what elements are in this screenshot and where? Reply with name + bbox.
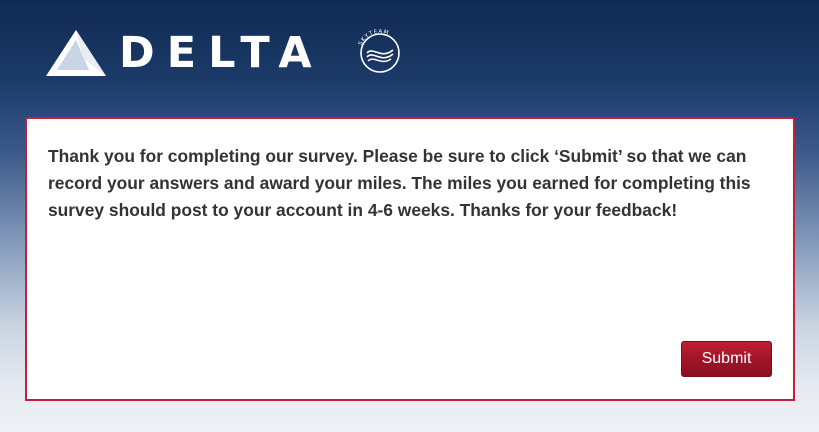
brand-wordmark: DELTA <box>119 27 324 78</box>
delta-widget-icon <box>46 30 106 76</box>
svg-text:SKYTEAM: SKYTEAM <box>358 29 390 47</box>
submit-button[interactable]: Submit <box>681 341 772 377</box>
skyteam-text: SKYTEAM <box>358 29 389 47</box>
completion-message: Thank you for completing our survey. Ple… <box>48 146 751 220</box>
survey-card: Thank you for completing our survey. Ple… <box>25 117 795 401</box>
skyteam-logo-icon: SKYTEAM <box>358 29 400 73</box>
header: DELTA SKYTEAM <box>0 0 819 110</box>
delta-logo: DELTA <box>45 27 324 79</box>
